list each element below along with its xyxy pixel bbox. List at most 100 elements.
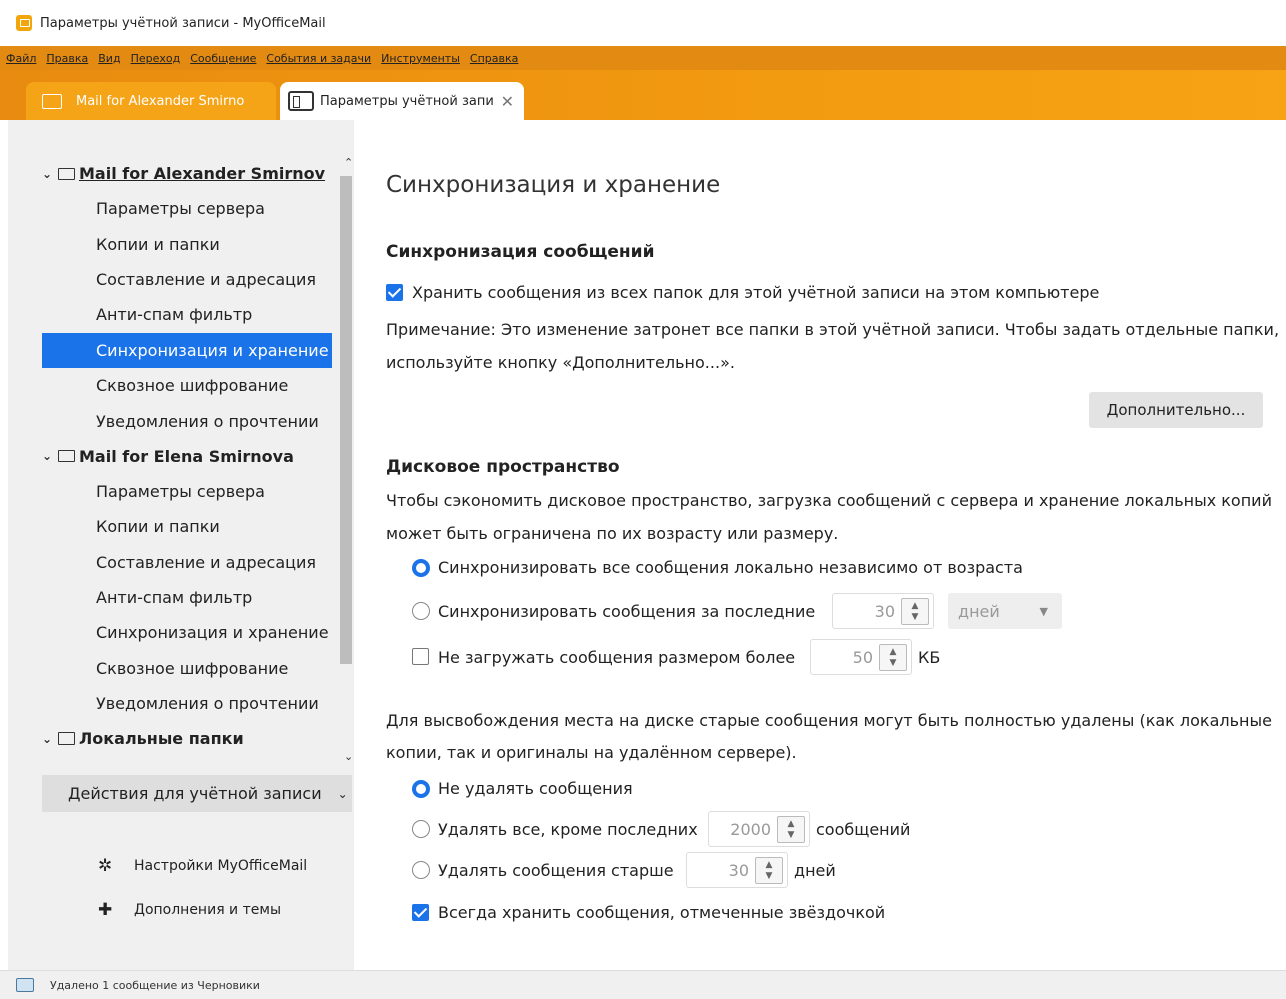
sync-note: используйте кнопку «Дополнительно...». [386,353,735,372]
sidebar-item-copies[interactable]: Копии и папки [42,226,332,261]
menu-file[interactable]: Файл [6,52,36,65]
delete-except-label: Удалять все, кроме последних [438,820,698,839]
scroll-down-arrow[interactable]: ⌄ [344,750,353,763]
scrollbar-thumb[interactable] [340,176,352,664]
account-header-alexander[interactable]: ⌄ Mail for Alexander Smirnov [42,156,332,191]
menu-go[interactable]: Переход [131,52,181,65]
account-tree: ⌄ Mail for Alexander Smirnov Параметры с… [42,156,332,798]
menu-tools[interactable]: Инструменты [381,52,460,65]
sidebar-item-composition[interactable]: Составление и адресация [42,262,332,297]
account-name: Локальные папки [79,729,244,749]
sidebar-item-receipts[interactable]: Уведомления о прочтении [42,686,332,721]
sync-all-label: Синхронизировать все сообщения локально … [438,558,1023,577]
sync-days-value: 30 [874,601,895,621]
keep-starred-label: Всегда хранить сообщения, отмеченные звё… [438,903,886,922]
addons-link[interactable]: ✚ Дополнения и темы [98,900,281,920]
disk-heading: Дисковое пространство [386,457,620,477]
sidebar-item-server[interactable]: Параметры сервера [42,191,332,226]
delete-except-unit: сообщений [816,820,911,839]
account-actions-label: Действия для учётной записи [68,784,322,803]
stepper-arrows[interactable]: ▲ ▼ [777,816,805,843]
sidebar-item-sync[interactable]: Синхронизация и хранение [42,332,332,368]
keep-starred-checkbox[interactable] [412,904,429,921]
menu-help[interactable]: Справка [470,52,518,65]
delete-older-unit: дней [794,861,836,880]
account-header-elena[interactable]: ⌄ Mail for Elena Smirnova [42,439,332,474]
tab-account-settings[interactable]: Параметры учётной запи ✕ [280,82,524,120]
account-name: Mail for Alexander Smirnov [79,164,326,183]
window-title: Параметры учётной записи - MyOfficeMail [40,15,326,31]
sidebar-item-sync[interactable]: Синхронизация и хранение [42,615,332,650]
keep-messages-label: Хранить сообщения из всех папок для этой… [412,283,1100,302]
sidebar-item-junk[interactable]: Анти-спам фильтр [42,580,332,615]
addons-link-label: Дополнения и темы [134,902,281,918]
stepper-arrows[interactable]: ▲ ▼ [755,857,783,884]
tab-settings-label: Параметры учётной запи [320,93,494,109]
sidebar-item-junk[interactable]: Анти-спам фильтр [42,297,332,332]
size-limit-checkbox[interactable] [412,648,429,665]
delete-older-radio[interactable] [412,861,430,879]
chevron-down-icon[interactable]: ⌄ [42,167,56,181]
status-bar: Удалено 1 сообщение из Черновики [0,970,1286,999]
disk-description: может быть ограничена по их возрасту или… [386,524,839,543]
sync-unit-value: дней [958,601,1000,621]
sidebar-item-copies[interactable]: Копии и папки [42,509,332,544]
menu-bar: Файл Правка Вид Переход Сообщение Событи… [0,46,1286,70]
stepper-arrows[interactable]: ▲ ▼ [901,598,929,625]
account-actions-button[interactable]: Действия для учётной записи ⌄ [42,775,352,812]
stepper-arrows[interactable]: ▲ ▼ [879,644,907,671]
sync-days-stepper[interactable]: 30 ▲ ▼ [832,593,934,629]
tab-mail[interactable]: Mail for Alexander Smirno [26,82,276,120]
mail-icon [58,450,75,463]
delete-except-value: 2000 [730,819,771,839]
size-limit-unit: КБ [918,648,941,667]
settings-link-label: Настройки MyOfficeMail [134,858,308,874]
settings-page-icon [288,91,314,111]
sync-note: Примечание: Это изменение затронет все п… [386,320,1280,339]
sync-last-label: Синхронизировать сообщения за последние [438,602,816,621]
folder-icon [58,732,75,746]
sidebar-item-server[interactable]: Параметры сервера [42,474,332,509]
delete-older-value: 30 [728,860,749,880]
folder-icon [42,93,62,109]
delete-description: Для высвобождения места на диске старые … [386,711,1272,730]
settings-link[interactable]: ✲ Настройки MyOfficeMail [98,856,307,876]
delete-except-stepper[interactable]: 2000 ▲ ▼ [708,811,810,847]
chevron-down-icon[interactable]: ⌄ [42,449,56,463]
chevron-down-icon: ⌄ [337,786,348,801]
chevron-down-icon[interactable]: ⌄ [42,732,56,746]
advanced-button[interactable]: Дополнительно... [1089,392,1263,428]
mail-icon [58,167,75,180]
menu-view[interactable]: Вид [98,52,120,65]
no-delete-radio[interactable] [412,780,430,798]
sidebar-item-e2e[interactable]: Сквозное шифрование [42,368,332,403]
delete-description: копии, так и оригиналы на удалённом серв… [386,743,797,762]
gear-icon: ✲ [98,856,113,876]
size-limit-value: 50 [852,647,873,667]
delete-older-stepper[interactable]: 30 ▲ ▼ [686,852,788,888]
title-bar: Параметры учётной записи - MyOfficeMail [0,0,1286,46]
size-limit-stepper[interactable]: 50 ▲ ▼ [810,639,912,675]
sidebar-item-composition[interactable]: Составление и адресация [42,545,332,580]
size-limit-label: Не загружать сообщения размером более [438,648,796,667]
delete-except-radio[interactable] [412,820,430,838]
puzzle-icon: ✚ [98,900,113,920]
connection-icon [16,978,34,992]
menu-edit[interactable]: Правка [46,52,88,65]
delete-older-label: Удалять сообщения старше [438,861,674,880]
scroll-up-arrow[interactable]: ⌃ [344,156,353,169]
sidebar-item-e2e[interactable]: Сквозное шифрование [42,651,332,686]
status-text: Удалено 1 сообщение из Черновики [50,978,260,992]
sync-unit-dropdown[interactable]: дней ▼ [948,593,1062,629]
no-delete-label: Не удалять сообщения [438,779,633,798]
close-tab-icon[interactable]: ✕ [501,92,514,111]
account-header-local[interactable]: ⌄ Локальные папки [42,721,332,756]
menu-events[interactable]: События и задачи [266,52,371,65]
keep-messages-checkbox[interactable] [386,284,403,301]
sidebar-item-receipts[interactable]: Уведомления о прочтении [42,403,332,438]
disk-description: Чтобы сэкономить дисковое пространство, … [386,491,1272,510]
sync-last-radio[interactable] [412,602,430,620]
sync-all-radio[interactable] [412,559,430,577]
sidebar: ⌄ Mail for Alexander Smirnov Параметры с… [8,120,354,970]
menu-message[interactable]: Сообщение [190,52,256,65]
